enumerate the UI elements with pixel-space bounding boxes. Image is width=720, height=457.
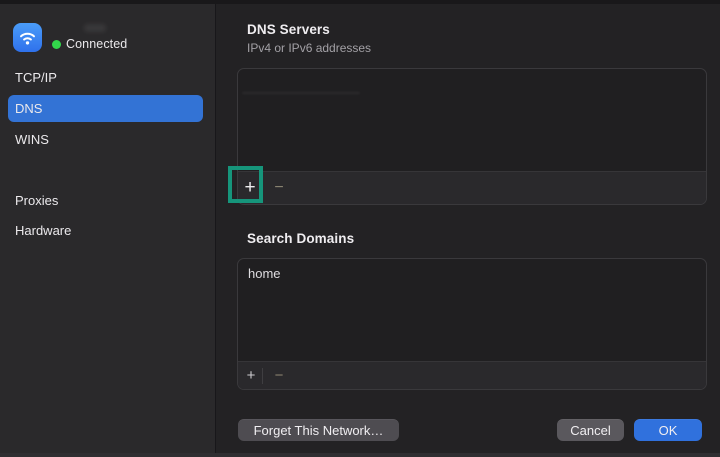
sidebar-item-label: DNS	[15, 101, 43, 116]
dns-servers-title: DNS Servers	[247, 22, 330, 37]
sidebar-item-label: WINS	[15, 132, 49, 147]
dns-servers-subtitle: IPv4 or IPv6 addresses	[247, 41, 372, 55]
toolbar-divider	[262, 367, 263, 384]
dns-settings-panel: DNS Servers IPv4 or IPv6 addresses + − S…	[217, 0, 720, 457]
wifi-icon	[13, 23, 42, 52]
dns-add-button[interactable]: +	[238, 172, 262, 205]
forget-network-button[interactable]: Forget This Network…	[238, 419, 399, 441]
sidebar-item-label: Hardware	[15, 223, 72, 238]
sidebar-item-label: Proxies	[15, 193, 59, 208]
sidebar-item-label: TCP/IP	[15, 70, 57, 85]
network-name-redacted	[84, 24, 106, 32]
search-domains-title: Search Domains	[247, 231, 355, 246]
search-domains-list[interactable]: home + −	[237, 258, 707, 390]
sidebar: Connected TCP/IP DNS WINS Proxies Hardwa…	[0, 0, 216, 457]
cancel-button[interactable]: Cancel	[557, 419, 624, 441]
toolbar-divider	[262, 180, 263, 196]
dns-remove-button[interactable]: −	[267, 172, 291, 205]
ok-button[interactable]: OK	[634, 419, 702, 441]
network-details-dialog: Connected TCP/IP DNS WINS Proxies Hardwa…	[0, 0, 720, 457]
status-dot	[52, 40, 61, 49]
dns-list-toolbar: + −	[238, 171, 706, 204]
search-remove-button[interactable]: −	[267, 362, 291, 390]
sidebar-item-proxies[interactable]: Proxies	[8, 187, 203, 214]
sidebar-item-hardware[interactable]: Hardware	[8, 217, 203, 244]
search-domain-entry[interactable]: home	[248, 266, 281, 281]
sidebar-item-wins[interactable]: WINS	[8, 126, 203, 153]
dns-entry-redacted	[242, 92, 360, 94]
dns-servers-list[interactable]: + −	[237, 68, 707, 205]
window-top-edge	[0, 0, 720, 4]
connection-status-label: Connected	[66, 37, 128, 51]
search-add-button[interactable]: +	[240, 362, 262, 390]
search-list-toolbar: + −	[238, 361, 706, 389]
sidebar-item-dns[interactable]: DNS	[8, 95, 203, 122]
window-bottom-edge	[0, 453, 720, 457]
sidebar-item-tcpip[interactable]: TCP/IP	[8, 64, 203, 91]
